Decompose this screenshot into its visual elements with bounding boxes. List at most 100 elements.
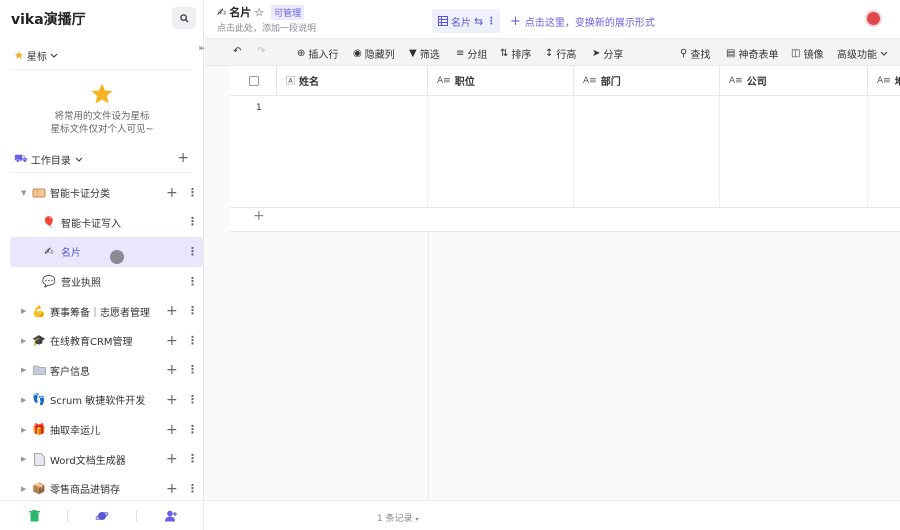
divider bbox=[136, 510, 137, 522]
redo-button[interactable]: ↷ bbox=[257, 46, 265, 57]
expand-arrow-icon[interactable]: ▼ bbox=[21, 189, 29, 197]
folder-icon bbox=[32, 363, 46, 377]
expand-arrow-icon[interactable]: ▶ bbox=[21, 307, 29, 315]
planet-icon[interactable] bbox=[95, 509, 109, 523]
add-view-button[interactable]: + 点击这里，变换新的展示形式 bbox=[510, 14, 655, 29]
divider bbox=[67, 510, 68, 522]
expand-arrow-icon[interactable]: ▶ bbox=[21, 366, 29, 374]
add-row-button[interactable]: + bbox=[230, 207, 900, 232]
row-height-button[interactable]: ↕ 行高 bbox=[545, 46, 576, 61]
tree-node[interactable]: ▶ 💪 赛事筹备｜志愿者管理 + ⋮ bbox=[0, 296, 204, 326]
star-section-toggle[interactable]: ★ 星标 bbox=[14, 48, 58, 63]
undo-icon: ↶ bbox=[233, 46, 242, 57]
column-header-label: 姓名 bbox=[299, 77, 320, 88]
find-button[interactable]: ⚲ 查找 bbox=[680, 46, 710, 61]
form-button[interactable]: ▤ 神奇表单 bbox=[726, 46, 778, 61]
column-header-label: 职位 bbox=[454, 77, 475, 88]
more-icon[interactable]: ⋮ bbox=[187, 335, 198, 346]
row-number[interactable]: 1 bbox=[256, 103, 262, 113]
expand-arrow-icon[interactable]: ▶ bbox=[21, 455, 29, 463]
add-button[interactable]: + bbox=[166, 362, 178, 378]
more-icon[interactable]: ⋮ bbox=[187, 305, 198, 316]
tree-node[interactable]: 💬 营业执照 ⋮ bbox=[0, 267, 204, 297]
column-header[interactable]: A≡ 公司 bbox=[720, 66, 868, 96]
expand-arrow-icon[interactable]: ▶ bbox=[21, 485, 29, 493]
more-icon[interactable]: ⋮ bbox=[187, 187, 198, 198]
tree-node-active[interactable]: ✍ 名片 ⋮ bbox=[10, 237, 203, 267]
star-outline-icon[interactable]: ☆ bbox=[254, 6, 264, 19]
sort-button[interactable]: ⇅ 排序 bbox=[500, 46, 531, 61]
catalog-title[interactable]: 工作目录 bbox=[31, 152, 71, 167]
sidebar-footer bbox=[0, 500, 204, 530]
tree-node[interactable]: ▶ 👣 Scrum 敏捷软件开发 + ⋮ bbox=[0, 385, 204, 415]
more-icon[interactable]: ⋮ bbox=[187, 276, 198, 287]
advanced-button[interactable]: 高级功能 bbox=[837, 46, 888, 61]
group-icon: ≡ bbox=[456, 48, 465, 59]
add-button[interactable]: + bbox=[166, 185, 178, 201]
add-button[interactable]: + bbox=[166, 333, 178, 349]
select-all-checkbox[interactable] bbox=[249, 75, 259, 86]
sheet-title[interactable]: 名片 bbox=[229, 4, 251, 20]
more-icon[interactable]: ⋮ bbox=[187, 453, 198, 464]
more-icon[interactable]: ⋮ bbox=[187, 246, 198, 257]
tree-node[interactable]: ▶ 🎁 抽取幸运儿 + ⋮ bbox=[0, 415, 204, 445]
space-name[interactable]: vika演播厅 bbox=[11, 9, 86, 29]
chevron-down-icon[interactable] bbox=[75, 157, 83, 163]
grad-cap-icon: 🎓 bbox=[32, 334, 46, 348]
add-button[interactable]: + bbox=[166, 392, 178, 408]
tree-node-label: 抽取幸运儿 bbox=[50, 426, 100, 438]
tree-node[interactable]: 🎈 智能卡证写入 ⋮ bbox=[0, 208, 204, 238]
tree-node[interactable]: ▼ 智能卡证分类 + ⋮ bbox=[0, 178, 204, 208]
tree-node-label: 客户信息 bbox=[50, 366, 90, 378]
more-icon[interactable]: ⋮ bbox=[187, 364, 198, 375]
view-tab[interactable]: 名片 ⇆ ⋮ bbox=[432, 9, 500, 33]
group-button[interactable]: ≡ 分组 bbox=[456, 46, 487, 61]
undo-button[interactable]: ↶ bbox=[233, 46, 241, 57]
search-button[interactable] bbox=[172, 7, 196, 29]
permission-badge: 可管理 bbox=[271, 4, 305, 20]
add-node-button[interactable]: + bbox=[177, 150, 189, 166]
add-button[interactable]: + bbox=[166, 303, 178, 319]
expand-arrow-icon[interactable]: ▶ bbox=[21, 396, 29, 404]
footprints-icon: 👣 bbox=[32, 393, 46, 407]
share-button[interactable]: ➤ 分享 bbox=[592, 46, 623, 61]
tree-node-label: 智能卡证分类 bbox=[50, 189, 110, 201]
eye-icon: ◉ bbox=[353, 48, 362, 59]
more-icon[interactable]: ⋮ bbox=[187, 216, 198, 227]
more-icon[interactable]: ⋮ bbox=[187, 394, 198, 405]
invite-member-icon[interactable] bbox=[164, 509, 178, 523]
trash-icon[interactable] bbox=[27, 509, 41, 523]
tree-node[interactable]: ▶ Word文档生成器 + ⋮ bbox=[0, 444, 204, 474]
mirror-button[interactable]: ◫ 镜像 bbox=[791, 46, 823, 61]
more-icon[interactable]: ⋮ bbox=[486, 16, 496, 27]
redo-icon: ↷ bbox=[257, 46, 266, 57]
hide-columns-button[interactable]: ◉ 隐藏列 bbox=[353, 46, 395, 61]
add-button[interactable]: + bbox=[166, 451, 178, 467]
filter-button[interactable]: ▼ 筛选 bbox=[409, 46, 440, 61]
star-empty-hint-2: 星标文件仅对个人可见~ bbox=[50, 124, 154, 135]
avatar[interactable] bbox=[865, 10, 882, 27]
column-header-label: 部门 bbox=[600, 77, 621, 88]
column-header[interactable]: A≡ 部门 bbox=[574, 66, 720, 96]
tree-node[interactable]: ▶ 客户信息 + ⋮ bbox=[0, 356, 204, 386]
expand-arrow-icon[interactable]: ▶ bbox=[21, 426, 29, 434]
more-icon[interactable]: ⋮ bbox=[187, 483, 198, 494]
column-header[interactable]: A≡ 地 bbox=[868, 66, 900, 96]
divider bbox=[11, 69, 191, 70]
sync-icon[interactable]: ⇆ bbox=[474, 15, 483, 28]
insert-row-button[interactable]: ⊕ 插入行 bbox=[297, 46, 338, 61]
expand-arrow-icon[interactable]: ▶ bbox=[21, 337, 29, 345]
tree-node[interactable]: ▶ 🎓 在线教育CRM管理 + ⋮ bbox=[0, 326, 204, 356]
mirror-label: 镜像 bbox=[803, 50, 824, 61]
find-label: 查找 bbox=[690, 50, 711, 61]
add-button[interactable]: + bbox=[166, 481, 178, 497]
gift-icon: 🎁 bbox=[32, 423, 46, 437]
sheet-description[interactable]: 点击此处，添加一段说明 bbox=[217, 21, 316, 34]
row-height-label: 行高 bbox=[556, 50, 577, 61]
filter-label: 筛选 bbox=[419, 50, 440, 61]
column-header[interactable]: 🄰 姓名 bbox=[277, 66, 428, 96]
add-button[interactable]: + bbox=[166, 422, 178, 438]
more-icon[interactable]: ⋮ bbox=[187, 424, 198, 435]
column-header[interactable]: A≡ 职位 bbox=[428, 66, 574, 96]
grid-line bbox=[428, 232, 429, 500]
